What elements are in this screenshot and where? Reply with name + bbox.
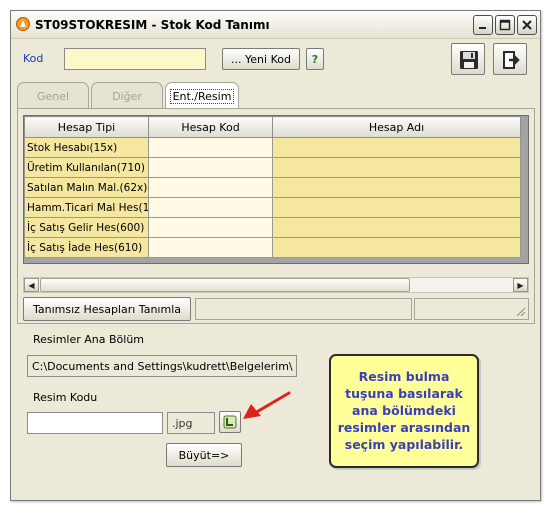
status-panel [195,298,412,320]
image-code-label: Resim Kodu [33,391,98,404]
account-name-cell[interactable] [272,217,521,238]
account-type-cell[interactable]: Hamm.Ticari Mal Hes(1... [24,197,149,218]
account-type-cell[interactable]: Satılan Malın Mal.(62x) [24,177,149,198]
account-type-cell[interactable]: Stok Hesabı(15x) [24,137,149,158]
title-bar[interactable]: ST09STOKRESIM - Stok Kod Tanımı [11,11,540,39]
floppy-disk-icon [460,51,478,69]
grid-horizontal-scrollbar[interactable]: ◀ ▶ [23,277,529,293]
grid-header-row: Hesap Tipi Hesap Kod Hesap Adı [24,116,521,138]
help-button[interactable]: ? [306,48,324,70]
scroll-right-button[interactable]: ▶ [513,278,528,292]
account-name-cell[interactable] [272,237,521,258]
browse-image-icon [223,415,237,429]
browse-image-button[interactable] [219,411,241,433]
minimize-button[interactable] [473,15,493,35]
define-accounts-button[interactable]: Tanımsız Hesapları Tanımla [23,297,191,321]
chevron-left-icon: ◀ [28,281,35,290]
account-code-cell[interactable] [148,157,273,178]
help-callout: Resim bulma tuşuna basılarak ana bölümde… [329,354,479,468]
account-name-cell[interactable] [272,197,521,218]
account-type-cell[interactable]: İç Satış Gelir Hes(600) [24,217,149,238]
image-code-input[interactable] [27,412,163,434]
account-type-cell[interactable]: Üretim Kullanılan(710) [24,157,149,178]
table-row[interactable]: Satılan Malın Mal.(62x) [24,177,521,198]
account-code-cell[interactable] [148,217,273,238]
kod-label: Kod [23,52,44,65]
account-name-cell[interactable] [272,177,521,198]
table-row[interactable]: İç Satış Gelir Hes(600) [24,217,521,238]
window-title: ST09STOKRESIM - Stok Kod Tanımı [35,18,270,32]
save-button[interactable] [451,43,485,75]
column-header-hesap-adi[interactable]: Hesap Adı [272,116,521,138]
red-arrow-icon [243,391,291,419]
enlarge-button[interactable]: Büyüt=> [166,443,242,467]
minimize-icon [479,27,486,29]
scrollbar-thumb[interactable] [40,278,410,292]
table-row[interactable]: Hamm.Ticari Mal Hes(1... [24,197,521,218]
new-code-button[interactable]: ... Yeni Kod [222,48,300,70]
column-header-hesap-kod[interactable]: Hesap Kod [148,116,273,138]
account-code-cell[interactable] [148,137,273,158]
main-section-path: C:\Documents and Settings\kudrett\Belgel… [27,355,297,377]
chevron-right-icon: ▶ [517,281,524,290]
tab-diger[interactable]: Diğer [91,82,163,108]
account-code-cell[interactable] [148,197,273,218]
tab-genel[interactable]: Genel [17,82,89,108]
account-type-cell[interactable]: İç Satış İade Hes(610) [24,237,149,258]
table-row[interactable]: Üretim Kullanılan(710) [24,157,521,178]
app-logo-icon [15,16,31,32]
account-name-cell[interactable] [272,137,521,158]
kod-input[interactable] [64,48,206,70]
scroll-left-button[interactable]: ◀ [24,278,39,292]
table-row[interactable]: İç Satış İade Hes(610) [24,237,521,258]
account-code-cell[interactable] [148,237,273,258]
account-name-cell[interactable] [272,157,521,178]
maximize-icon [499,19,511,31]
status-panel-right [414,298,529,320]
column-header-hesap-tipi[interactable]: Hesap Tipi [24,116,149,138]
close-icon [522,20,532,30]
table-row[interactable]: Stok Hesabı(15x) [24,137,521,158]
exit-door-icon [503,51,520,69]
close-button[interactable] [517,15,537,35]
account-code-cell[interactable] [148,177,273,198]
resize-grip-icon [516,307,526,317]
image-extension: .jpg [167,412,215,434]
main-window: ST09STOKRESIM - Stok Kod Tanımı Kod ... … [10,10,541,501]
tab-ent-resim[interactable]: Ent./Resim [165,82,239,110]
exit-button[interactable] [493,43,527,75]
main-section-label: Resimler Ana Bölüm [33,333,145,346]
account-grid[interactable]: Hesap Tipi Hesap Kod Hesap Adı Stok Hesa… [23,115,529,264]
maximize-button[interactable] [495,15,515,35]
